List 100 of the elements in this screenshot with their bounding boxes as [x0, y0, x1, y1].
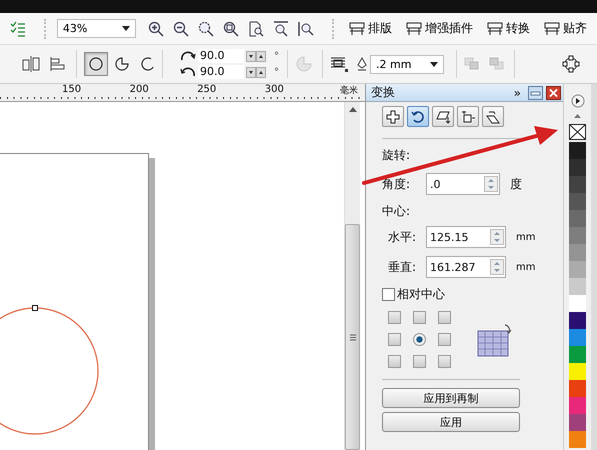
- field-label: 角度:: [382, 176, 412, 192]
- toolbar-icon: [349, 22, 366, 36]
- close-icon[interactable]: [546, 86, 561, 100]
- zoom-width-icon[interactable]: [273, 20, 290, 36]
- anchor-checkbox[interactable]: [413, 311, 426, 324]
- zoom-selection-icon[interactable]: [198, 20, 214, 36]
- color-swatch[interactable]: [569, 380, 586, 397]
- zoom-in-icon[interactable]: [148, 20, 164, 36]
- back-one-icon[interactable]: [464, 57, 480, 71]
- color-swatch[interactable]: [569, 142, 586, 159]
- scrollbar-thumb[interactable]: [345, 224, 360, 450]
- no-color-swatch[interactable]: [569, 124, 586, 140]
- color-swatch[interactable]: [569, 329, 586, 346]
- grip-icon: [350, 334, 356, 340]
- degree-unit: °: [274, 50, 279, 62]
- caret-icon: [122, 26, 130, 31]
- transform-tab[interactable]: [482, 106, 504, 127]
- anchor-checkbox[interactable]: [438, 333, 451, 346]
- color-swatch[interactable]: [569, 278, 586, 295]
- color-swatch[interactable]: [569, 193, 586, 210]
- list-icon[interactable]: [10, 20, 26, 36]
- color-swatch[interactable]: [569, 244, 586, 261]
- apply-button[interactable]: 应用到再制: [382, 388, 520, 408]
- vertical-scrollbar[interactable]: [344, 102, 360, 450]
- toolbar-menu-button[interactable]: 贴齐: [540, 20, 592, 37]
- section-label: 旋转:: [382, 147, 412, 164]
- outline-width-dropdown[interactable]: .2 mm: [370, 54, 444, 74]
- anchor-checkbox[interactable]: [388, 355, 401, 368]
- toolbar-menu-button[interactable]: 转换: [483, 20, 534, 37]
- color-swatch[interactable]: [569, 295, 586, 312]
- scale-icon: [436, 110, 450, 124]
- transform-tab[interactable]: [457, 106, 479, 127]
- color-swatch[interactable]: [569, 227, 586, 244]
- pie-icon: [115, 57, 129, 71]
- anchor-checkbox[interactable]: [388, 311, 401, 324]
- transform-tab[interactable]: [382, 106, 404, 127]
- color-swatch[interactable]: [569, 414, 586, 431]
- end-angle-icon: [180, 66, 196, 78]
- zoom-dropdown[interactable]: 43%: [56, 19, 136, 38]
- toolbar-menu-button[interactable]: 排版: [345, 20, 396, 37]
- size-icon: [461, 110, 475, 124]
- color-swatch[interactable]: [569, 210, 586, 227]
- anchor-radio[interactable]: [413, 333, 426, 346]
- align-icon[interactable]: [22, 56, 40, 72]
- field-label: 垂直:: [388, 258, 418, 276]
- transform-tab[interactable]: [407, 106, 429, 127]
- toolbar-icon: [487, 22, 504, 36]
- spin-buttons-icon[interactable]: [246, 50, 266, 62]
- ruler-label: 250: [197, 84, 216, 95]
- nodes-icon[interactable]: [562, 55, 580, 73]
- start-angle-icon: [180, 50, 196, 62]
- checkbox-square[interactable]: [382, 288, 395, 301]
- anchor-checkbox[interactable]: [388, 333, 401, 346]
- rotate-icon: [411, 110, 425, 124]
- angle-field[interactable]: .0: [426, 173, 500, 195]
- unit-label: mm: [516, 232, 536, 242]
- relative-center-checkbox[interactable]: 相对中心: [382, 286, 563, 303]
- zoom-out-icon[interactable]: [173, 20, 190, 36]
- color-swatch[interactable]: [569, 346, 586, 363]
- zoom-page-icon[interactable]: [248, 20, 264, 36]
- degree-unit: °: [274, 66, 279, 78]
- color-swatch[interactable]: [569, 397, 586, 414]
- transform-tab[interactable]: [432, 106, 454, 127]
- scroll-up-icon[interactable]: [574, 114, 581, 118]
- ruler-label: 150: [62, 84, 82, 95]
- anchor-checkbox[interactable]: [438, 355, 451, 368]
- pen-icon: [357, 57, 367, 71]
- arc-mode-button[interactable]: [84, 52, 108, 76]
- ruler-label: 300: [264, 84, 284, 95]
- color-swatch[interactable]: [569, 159, 586, 176]
- toolbar-icon: [544, 22, 560, 36]
- spin-buttons-icon[interactable]: [246, 66, 266, 78]
- anchor-checkbox[interactable]: [438, 311, 451, 324]
- apply-button[interactable]: 应用: [382, 412, 520, 432]
- color-swatch[interactable]: [569, 261, 586, 278]
- expand-glyph[interactable]: »: [514, 86, 521, 100]
- field-label: 水平:: [388, 228, 418, 246]
- anchor-checkbox[interactable]: [413, 355, 426, 368]
- angle-field[interactable]: 90.0: [198, 49, 244, 63]
- move-icon: [386, 110, 400, 124]
- coordinate-field[interactable]: 125.15: [426, 226, 506, 248]
- palette-menu-icon[interactable]: [570, 94, 584, 108]
- distribute-icon[interactable]: [49, 56, 67, 72]
- ruler-unit: 毫米: [340, 84, 358, 97]
- angle-field[interactable]: 90.0: [198, 65, 244, 79]
- color-swatch[interactable]: [569, 312, 586, 329]
- color-swatch[interactable]: [569, 363, 586, 380]
- pie-direction-icon[interactable]: [295, 55, 313, 73]
- unit-label: 度: [510, 176, 522, 192]
- color-swatch[interactable]: [569, 431, 586, 448]
- toolbar-menu-button[interactable]: 增强插件: [402, 20, 478, 37]
- color-swatch[interactable]: [569, 176, 586, 193]
- arc-icon: [141, 57, 155, 71]
- zoom-objects-icon[interactable]: [223, 20, 240, 36]
- coordinate-field[interactable]: 161.287: [426, 256, 506, 278]
- minimize-icon[interactable]: [528, 86, 543, 100]
- wrap-text-icon[interactable]: [330, 56, 348, 72]
- forward-one-icon[interactable]: [489, 57, 505, 71]
- scroll-up-icon[interactable]: [348, 107, 356, 112]
- zoom-height-icon[interactable]: [298, 20, 314, 36]
